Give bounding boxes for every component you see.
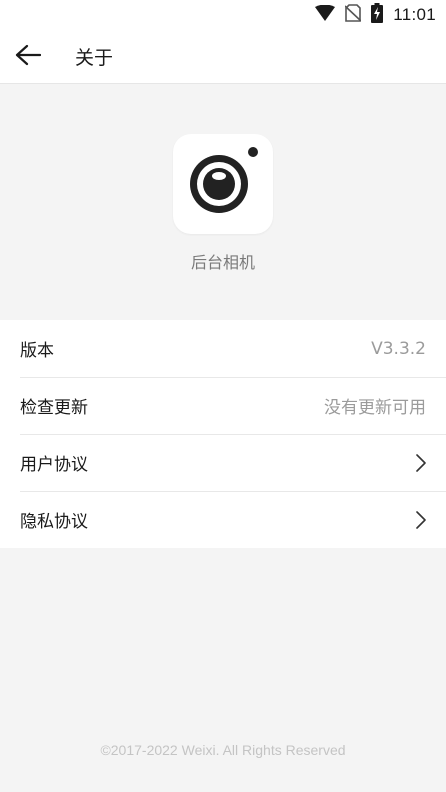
no-sim-icon bbox=[344, 4, 362, 26]
app-icon bbox=[173, 134, 273, 234]
chevron-right-icon bbox=[412, 453, 426, 473]
check-update-status: 没有更新可用 bbox=[324, 398, 426, 418]
user-agreement-row[interactable]: 用户协议 bbox=[0, 434, 446, 491]
status-icons: 11:01 bbox=[315, 3, 436, 27]
page-title: 关于 bbox=[75, 47, 114, 69]
version-row: 版本 V3.3.2 bbox=[0, 320, 446, 377]
app-info: 后台相机 bbox=[0, 84, 446, 320]
app-bar: 关于 bbox=[0, 30, 446, 84]
copyright-text: ©2017-2022 Weixi. All Rights Reserved bbox=[100, 742, 346, 758]
version-label: 版本 bbox=[20, 341, 54, 361]
check-update-label: 检查更新 bbox=[20, 398, 88, 418]
chevron-right-icon bbox=[412, 510, 426, 530]
check-update-row[interactable]: 检查更新 没有更新可用 bbox=[0, 377, 446, 434]
status-bar: 11:01 bbox=[0, 0, 446, 30]
privacy-policy-label: 隐私协议 bbox=[20, 512, 88, 532]
settings-list: 版本 V3.3.2 检查更新 没有更新可用 用户协议 隐私协议 bbox=[0, 320, 446, 548]
arrow-left-icon bbox=[15, 44, 42, 70]
camera-lens-icon bbox=[187, 146, 259, 222]
app-name: 后台相机 bbox=[190, 253, 255, 272]
status-time: 11:01 bbox=[393, 5, 436, 24]
user-agreement-label: 用户协议 bbox=[20, 455, 88, 475]
battery-charging-icon bbox=[371, 3, 384, 27]
version-value: V3.3.2 bbox=[371, 338, 426, 359]
wifi-icon bbox=[315, 4, 336, 25]
privacy-policy-row[interactable]: 隐私协议 bbox=[0, 491, 446, 548]
back-button[interactable] bbox=[8, 37, 48, 77]
